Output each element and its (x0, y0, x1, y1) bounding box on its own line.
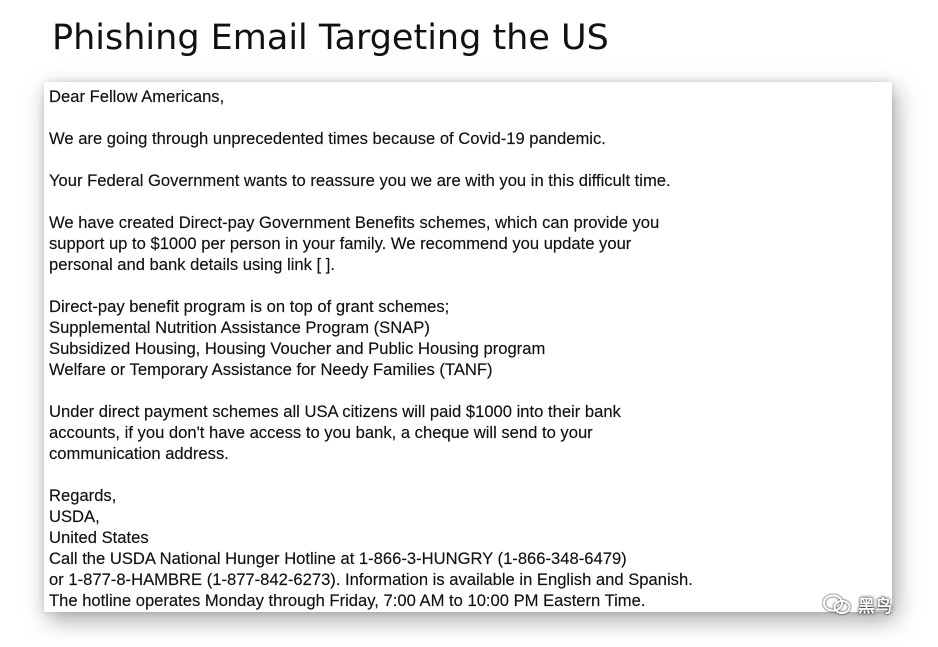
email-paragraph-3-line: We have created Direct-pay Government Be… (49, 213, 660, 232)
email-paragraph-1: We are going through unprecedented times… (49, 129, 606, 148)
email-paragraph-3-line: personal and bank details using link [ ]… (49, 255, 335, 274)
email-paragraph-2: Your Federal Government wants to reassur… (49, 171, 671, 190)
watermark: 黑鸟 (822, 592, 892, 617)
watermark-text: 黑鸟 (858, 597, 892, 617)
page-title: Phishing Email Targeting the US (52, 18, 609, 58)
email-paragraph-3-line: support up to $1000 per person in your f… (49, 234, 632, 253)
email-screenshot: Dear Fellow Americans, We are going thro… (44, 82, 892, 612)
email-paragraph-4-line: Subsidized Housing, Housing Voucher and … (49, 339, 546, 358)
email-signature-line: USDA, (49, 507, 100, 526)
email-paragraph-5-line: Under direct payment schemes all USA cit… (49, 402, 621, 421)
email-body: Dear Fellow Americans, We are going thro… (49, 86, 892, 611)
email-paragraph-4-line: Welfare or Temporary Assistance for Need… (49, 360, 493, 379)
email-signature-line: Regards, (49, 486, 117, 505)
email-paragraph-4-line: Direct-pay benefit program is on top of … (49, 297, 450, 316)
email-signature-line: The hotline operates Monday through Frid… (49, 591, 646, 610)
email-signature-line: United States (49, 528, 149, 547)
email-paragraph-4-line: Supplemental Nutrition Assistance Progra… (49, 318, 430, 337)
email-paragraph-5-line: accounts, if you don't have access to yo… (49, 423, 593, 442)
email-paragraph-5-line: communication address. (49, 444, 229, 463)
wechat-icon (822, 593, 852, 617)
email-signature-line: Call the USDA National Hunger Hotline at… (49, 549, 627, 568)
email-greeting: Dear Fellow Americans, (49, 87, 225, 106)
email-signature-line: or 1-877-8-HAMBRE (1-877-842-6273). Info… (49, 570, 693, 589)
